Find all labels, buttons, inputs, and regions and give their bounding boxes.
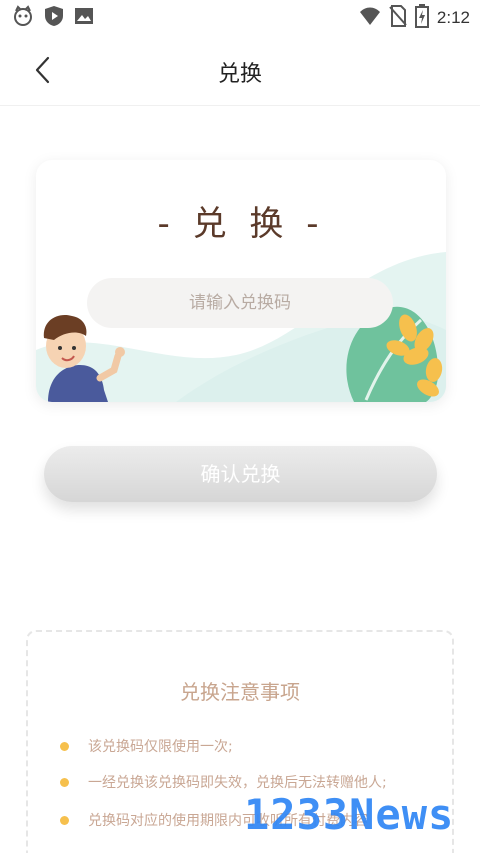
wifi-icon bbox=[359, 6, 381, 30]
app-bar: 兑换 bbox=[0, 34, 480, 106]
status-time: 2:12 bbox=[436, 8, 470, 27]
status-bar-left bbox=[12, 5, 94, 31]
bullet-dot bbox=[60, 778, 69, 787]
bullet-dot bbox=[60, 742, 69, 751]
shield-play-icon bbox=[44, 5, 64, 31]
confirm-redeem-button[interactable]: 确认兑换 bbox=[44, 446, 437, 502]
cat-face-icon bbox=[12, 5, 34, 31]
redeem-code-input[interactable] bbox=[87, 278, 393, 328]
status-bar-right: 2:12 bbox=[359, 4, 470, 32]
page-title: 兑换 bbox=[217, 62, 262, 87]
status-bar: 2:12 bbox=[0, 0, 480, 34]
notice-item: 一经兑换该兑换码即失效，兑换后无法转赠他人; bbox=[88, 775, 387, 791]
image-icon bbox=[74, 7, 94, 29]
no-sim-icon bbox=[389, 5, 407, 31]
bullet-dot bbox=[60, 816, 69, 825]
card-title: - 兑 换 - bbox=[157, 204, 325, 244]
redeem-card: - 兑 换 - bbox=[36, 160, 446, 402]
notice-title: 兑换注意事项 bbox=[180, 680, 300, 704]
battery-icon bbox=[414, 4, 429, 32]
notice-item: 该兑换码仅限使用一次; bbox=[88, 739, 233, 755]
watermark: 1233News bbox=[244, 790, 455, 839]
